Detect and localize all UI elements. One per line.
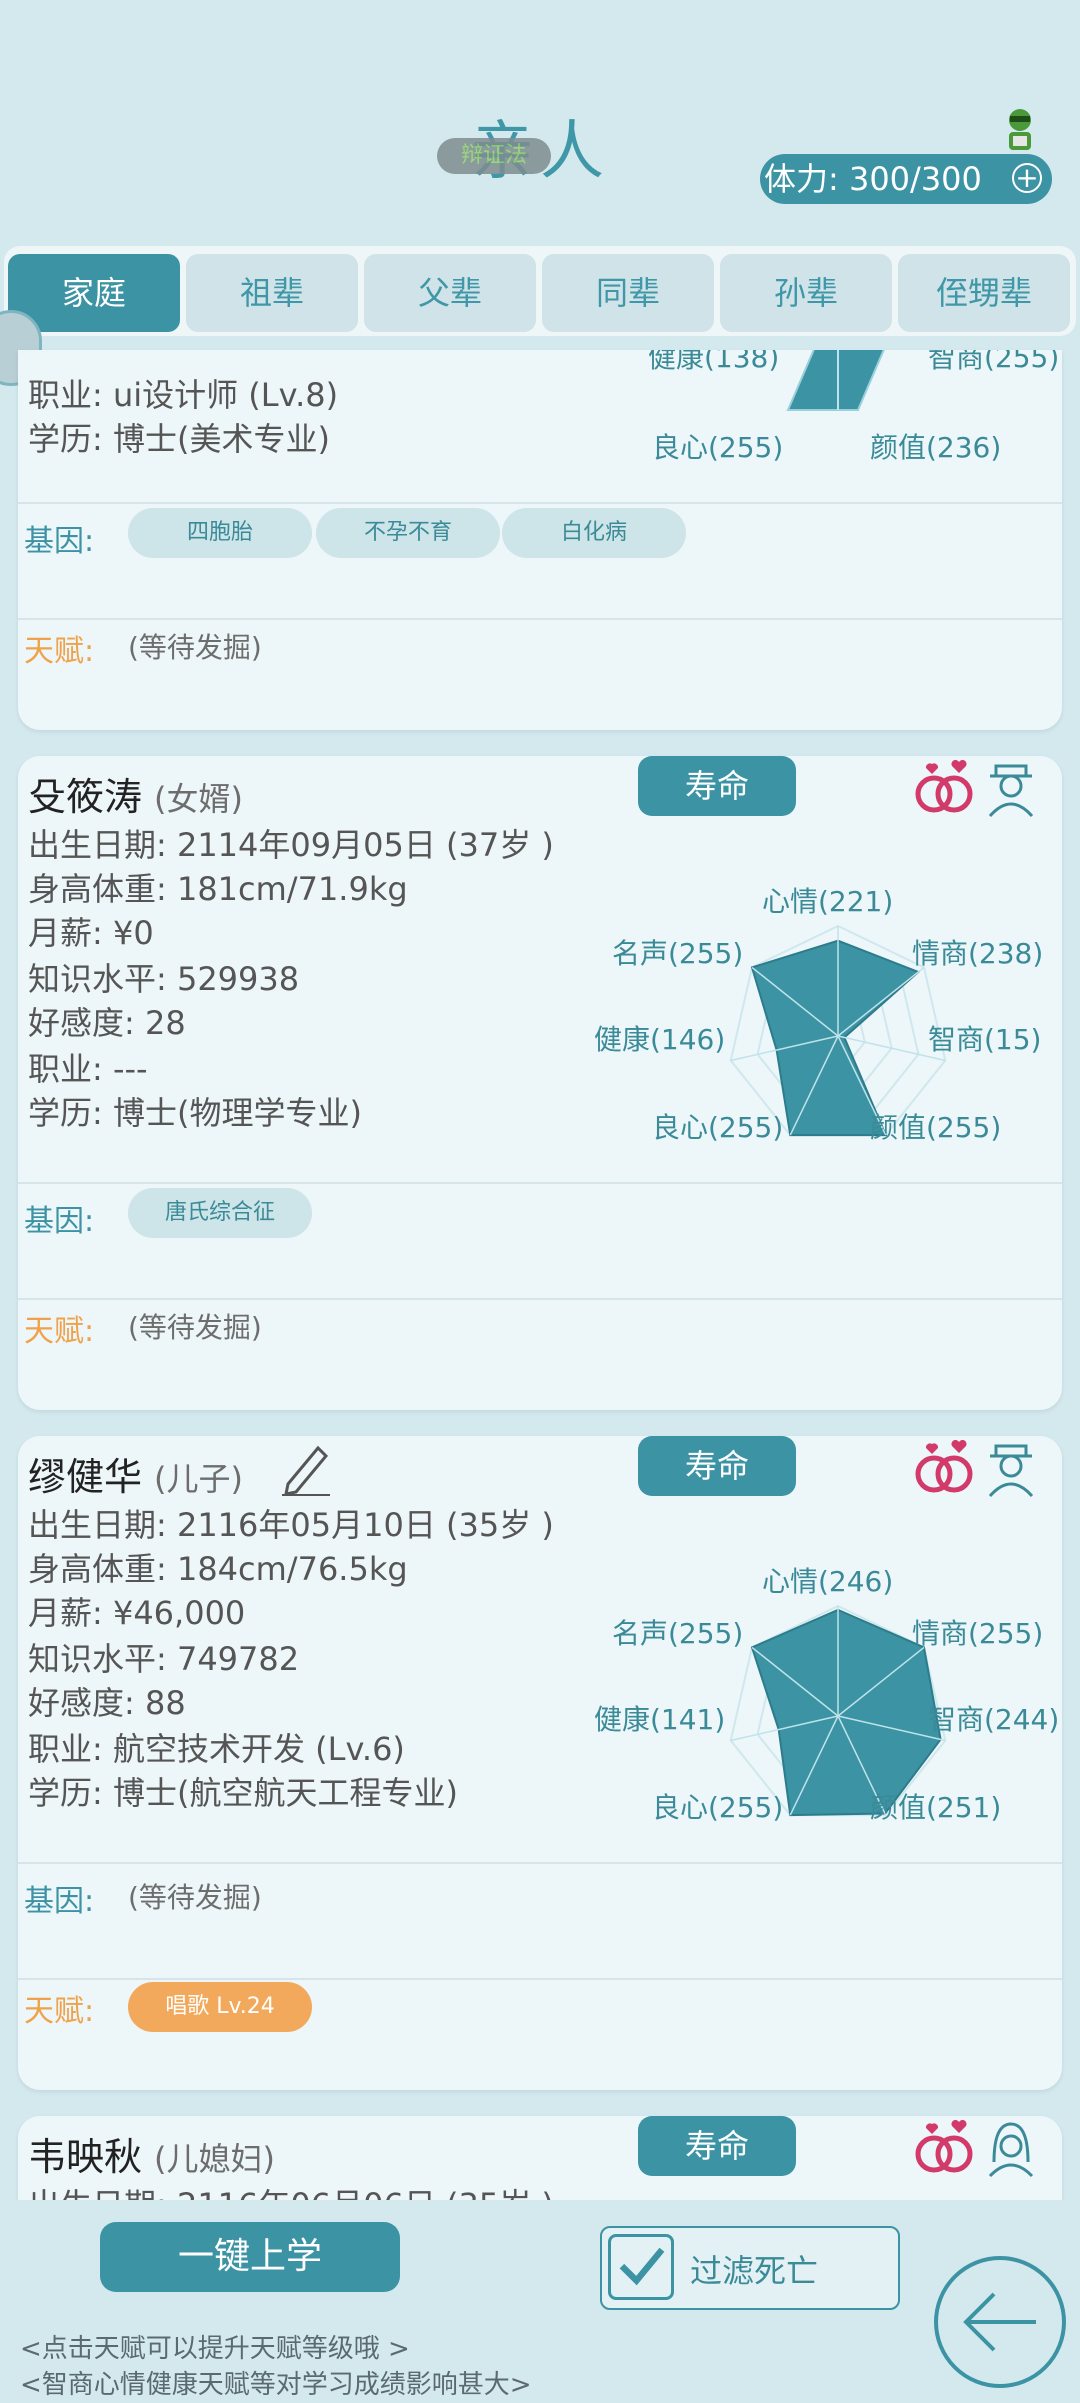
body-text: 身高体重: 184cm/76.5kg [28,1550,408,1588]
stat-eq: 情商(238) [912,937,1044,970]
birth-text: 出生日期: 2114年09月05日 (37岁 ) [28,826,554,864]
relation-tabs: 家庭 祖辈 父辈 同辈 孙辈 侄甥辈 [4,246,1076,336]
stat-conscience: 良心(255) [652,1111,784,1144]
gene-pill[interactable]: 唐氏综合征 [128,1188,312,1238]
gene-pill[interactable]: 白化病 [502,508,686,558]
filter-dead-label: 过滤死亡 [690,2252,819,2290]
enroll-all-button[interactable]: 一键上学 [100,2222,400,2292]
stat-health: 健康(141) [594,1703,726,1736]
education-text: 学历: 博士(美术专业) [28,420,330,458]
tip-text: <点击天赋可以提升天赋等级哦 > [20,2334,410,2364]
player-avatar-icon[interactable] [1000,106,1040,154]
relation-text: (女婿) [154,780,243,818]
education-text: 学历: 博士(物理学专业) [28,1094,362,1132]
gene-label: 基因: [24,524,95,559]
job-text: 职业: 航空技术开发 (Lv.6) [28,1730,405,1768]
tab-parents[interactable]: 父辈 [364,254,536,332]
stamina-text: 体力: 300/300 [764,160,982,198]
stat-iq: 智商(244) [928,1703,1060,1736]
stamina-display: 体力: 300/300 + [760,154,1052,204]
stat-fame: 名声(255) [612,1617,744,1650]
job-text: 职业: ui设计师 (Lv.8) [28,376,339,414]
edit-pencil-icon[interactable] [280,1440,332,1496]
talent-pill[interactable]: 唱歌 Lv.24 [128,1982,312,2032]
name-row: 缪健华 (儿子) [28,1446,243,1501]
body-text: 身高体重: 181cm/71.9kg [28,870,408,908]
relation-text: (儿子) [154,1460,243,1498]
favor-text: 好感度: 88 [28,1684,186,1722]
talent-label: 天赋: [24,634,95,669]
stat-fame: 名声(255) [612,937,744,970]
stat-looks: 颜值(236) [870,431,1002,464]
relative-name: 韦映秋 [28,2135,143,2179]
education-text: 学历: 博士(航空航天工程专业) [28,1774,458,1812]
relative-name: 殳筱涛 [28,775,143,819]
relative-card: 殳筱涛 (女婿) 寿命 出生日期: 2114年09月05日 (37岁 ) 身高体重… [18,756,1062,1410]
stat-iq: 智商(15) [928,1023,1042,1056]
tab-nephews[interactable]: 侄甥辈 [898,254,1070,332]
talent-label: 天赋: [24,1314,95,1349]
stat-health: 健康(138) [648,350,780,374]
tab-peers[interactable]: 同辈 [542,254,714,332]
relative-name: 缪健华 [28,1455,143,1499]
job-text: 职业: --- [28,1050,148,1088]
add-stamina-button[interactable]: + [1012,163,1042,193]
lifespan-button[interactable]: 寿命 [638,2116,796,2176]
gene-label: 基因: [24,1884,95,1919]
tab-grandparents[interactable]: 祖辈 [186,254,358,332]
marriage-rings-icon[interactable] [912,760,978,816]
marriage-rings-icon[interactable] [912,1440,978,1496]
header-badge: 辩证法 [437,138,551,174]
knowledge-text: 知识水平: 529938 [28,960,300,998]
marriage-rings-icon[interactable] [912,2120,978,2176]
male-avatar-icon[interactable] [984,1442,1038,1498]
gene-label: 基因: [24,1204,95,1239]
relative-card: 缪健华 (儿子) 寿命 出生日期: 2116年05月10日 (35岁 ) 身高体重… [18,1436,1062,2090]
stat-conscience: 良心(255) [652,1791,784,1824]
tip-text: <智商心情健康天赋等对学习成绩影响甚大> [20,2370,532,2400]
gene-pill[interactable]: 不孕不育 [316,508,500,558]
tab-grandchildren[interactable]: 孙辈 [720,254,892,332]
name-row: 殳筱涛 (女婿) [28,766,243,821]
stat-conscience: 良心(255) [652,431,784,464]
birth-text: 出生日期: 2116年05月10日 (35岁 ) [28,1506,554,1544]
back-arrow-icon[interactable] [932,2254,1068,2390]
name-row: 韦映秋 (儿媳妇) [28,2126,275,2181]
stat-looks: 颜值(255) [870,1111,1002,1144]
stat-looks: 颜值(251) [870,1791,1002,1824]
knowledge-text: 知识水平: 749782 [28,1640,300,1678]
relation-text: (儿媳妇) [154,2140,275,2178]
stat-eq: 情商(255) [912,1617,1044,1650]
female-avatar-icon[interactable] [984,2122,1038,2178]
relative-card: 职业: ui设计师 (Lv.8) 学历: 博士(美术专业) 健康(138) 智商… [18,350,1062,730]
checkbox-checked-icon[interactable] [608,2234,674,2300]
talent-placeholder[interactable]: (等待发掘) [128,626,262,666]
gene-placeholder[interactable]: (等待发掘) [128,1876,262,1916]
stat-health: 健康(146) [594,1023,726,1056]
salary-text: 月薪: ¥46,000 [28,1594,246,1632]
talent-label: 天赋: [24,1994,95,2029]
talent-placeholder[interactable]: (等待发掘) [128,1306,262,1346]
stat-mood: 心情(246) [762,1565,894,1598]
favor-text: 好感度: 28 [28,1004,186,1042]
lifespan-button[interactable]: 寿命 [638,756,796,816]
lifespan-button[interactable]: 寿命 [638,1436,796,1496]
salary-text: 月薪: ¥0 [28,914,154,952]
stat-mood: 心情(221) [762,885,894,918]
stat-iq: 智商(255) [928,350,1060,374]
gene-pill[interactable]: 四胞胎 [128,508,312,558]
male-avatar-icon[interactable] [984,762,1038,818]
